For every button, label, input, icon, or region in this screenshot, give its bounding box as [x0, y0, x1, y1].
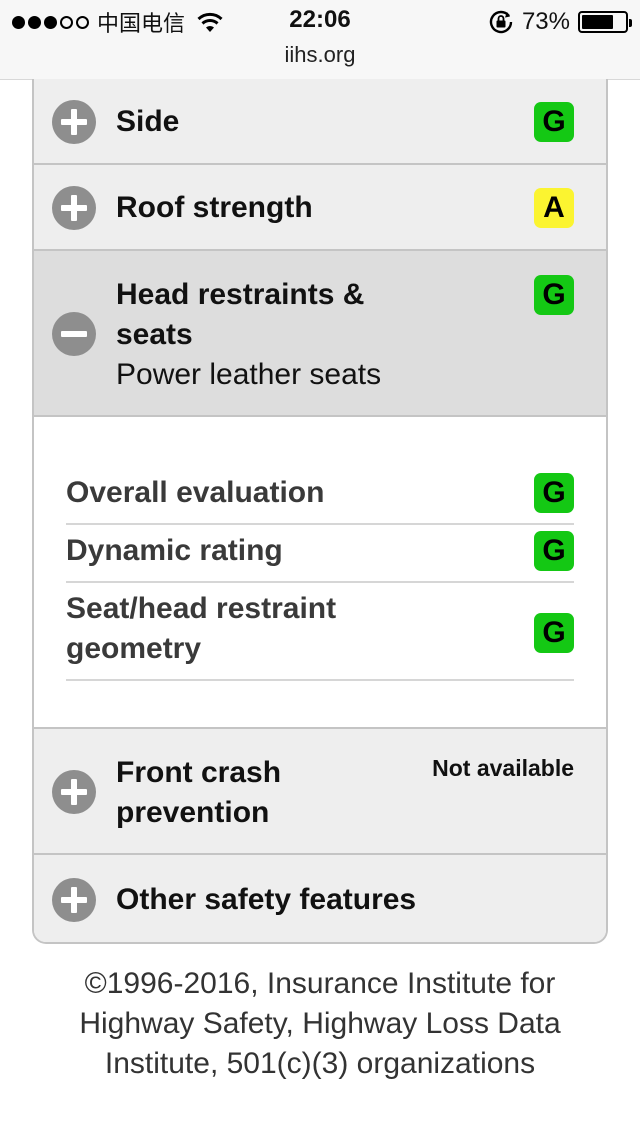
battery-percent: 73% — [521, 8, 570, 35]
footer-line: Institute, 501(c)(3) organizations — [104, 1047, 536, 1080]
detail-row-geometry: Seat/head restraint geometry G — [66, 583, 574, 681]
rating-badge: G — [534, 275, 574, 315]
rating-row-side[interactable]: Side G — [34, 79, 606, 165]
detail-rating-badge: G — [534, 613, 574, 653]
row-title-line1: Head restraints & — [116, 278, 365, 311]
expand-plus-icon[interactable] — [52, 100, 96, 144]
status-bar: 中国电信 22:06 73% iihs.org — [0, 0, 640, 80]
detail-rating-badge: G — [534, 531, 574, 571]
row-title: Side — [116, 105, 180, 138]
url-bar[interactable]: iihs.org — [0, 42, 640, 68]
head-restraints-details: Overall evaluation G Dynamic rating G Se… — [34, 417, 606, 729]
rating-badge: G — [534, 102, 574, 142]
row-subtitle: Power leather seats — [116, 358, 382, 391]
row-title-line2: seats — [116, 318, 193, 351]
copyright-footer: ©1996-2016, Insurance Institute for High… — [0, 964, 640, 1084]
detail-row-overall: Overall evaluation G — [66, 473, 574, 525]
battery-fill — [582, 15, 613, 29]
expand-plus-icon[interactable] — [52, 770, 96, 814]
detail-label-line2: geometry — [66, 632, 202, 665]
rating-row-head-restraints[interactable]: Head restraints & seats Power leather se… — [34, 251, 606, 417]
row-title: Roof strength — [116, 191, 313, 224]
rotation-lock-icon — [489, 10, 513, 34]
battery-icon — [578, 11, 632, 33]
row-title: Other safety features — [116, 883, 417, 916]
status-right: 73% — [488, 8, 632, 36]
not-available-label: Not available — [432, 755, 574, 781]
rating-row-roof-strength[interactable]: Roof strength A — [34, 165, 606, 251]
detail-label-line1: Seat/head restraint — [66, 592, 337, 625]
footer-line: Highway Safety, Highway Loss Data — [79, 1007, 561, 1040]
expand-plus-icon[interactable] — [52, 878, 96, 922]
detail-rating-badge: G — [534, 473, 574, 513]
collapse-minus-icon[interactable] — [52, 312, 96, 356]
rating-row-front-crash[interactable]: Front crash prevention Not available — [34, 729, 606, 855]
footer-line: ©1996-2016, Insurance Institute for — [84, 967, 556, 1000]
ratings-panel: Side G Roof strength A Head restraints &… — [32, 79, 608, 944]
rating-badge: A — [534, 188, 574, 228]
rating-row-other-safety[interactable]: Other safety features — [34, 855, 606, 942]
row-title-line1: Front crash — [116, 756, 282, 789]
row-title-line2: prevention — [116, 796, 270, 829]
detail-row-dynamic: Dynamic rating G — [66, 525, 574, 583]
detail-label: Dynamic rating — [66, 534, 283, 567]
expand-plus-icon[interactable] — [52, 186, 96, 230]
detail-label: Overall evaluation — [66, 476, 325, 509]
